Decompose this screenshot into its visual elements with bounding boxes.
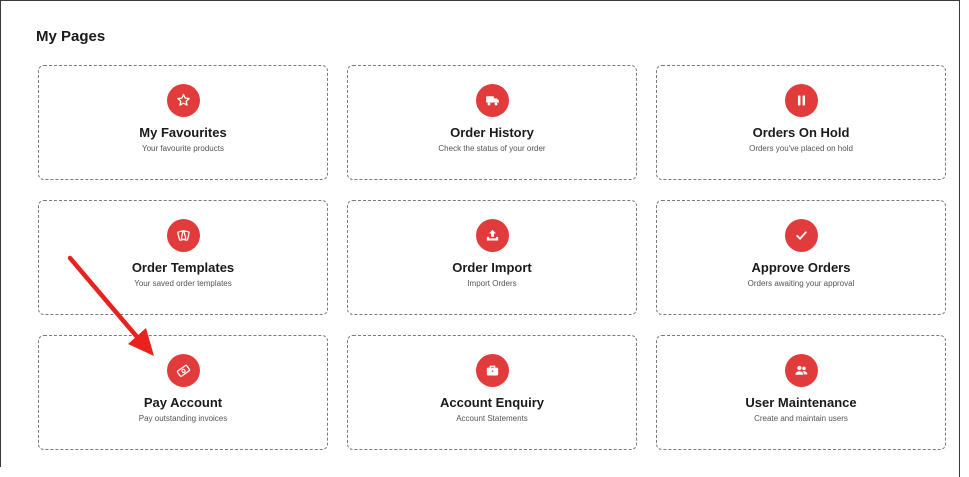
check-icon bbox=[784, 219, 818, 252]
pause-icon bbox=[784, 84, 818, 117]
tile-order-import[interactable]: Order Import Import Orders bbox=[347, 200, 637, 315]
tile-order-templates[interactable]: Order Templates Your saved order templat… bbox=[38, 200, 328, 315]
upload-icon bbox=[475, 219, 509, 252]
star-icon bbox=[166, 84, 200, 117]
tile-subtitle: Your favourite products bbox=[142, 144, 224, 153]
tile-user-maintenance[interactable]: User Maintenance Create and maintain use… bbox=[656, 335, 946, 450]
tile-approve-orders[interactable]: Approve Orders Orders awaiting your appr… bbox=[656, 200, 946, 315]
tile-subtitle: Pay outstanding invoices bbox=[138, 414, 228, 423]
tile-subtitle: Orders awaiting your approval bbox=[747, 279, 855, 288]
tile-subtitle: Check the status of your order bbox=[438, 144, 546, 153]
tile-title: Order Import bbox=[452, 260, 532, 275]
tile-subtitle: Create and maintain users bbox=[754, 414, 848, 423]
tile-title: Account Enquiry bbox=[439, 395, 544, 410]
tile-subtitle: Import Orders bbox=[467, 279, 517, 288]
tile-title: Pay Account bbox=[143, 395, 223, 410]
tile-account-enquiry[interactable]: Account Enquiry Account Statements bbox=[347, 335, 637, 450]
tile-my-favourites[interactable]: My Favourites Your favourite products bbox=[38, 65, 328, 180]
money-icon bbox=[166, 354, 200, 387]
users-icon bbox=[784, 354, 818, 387]
truck-icon bbox=[475, 84, 509, 117]
tile-orders-on-hold[interactable]: Orders On Hold Orders you've placed on h… bbox=[656, 65, 946, 180]
briefcase-icon bbox=[475, 354, 509, 387]
my-pages-grid: My Favourites Your favourite products Or… bbox=[38, 65, 946, 450]
tile-title: Order History bbox=[450, 125, 534, 140]
tile-subtitle: Account Statements bbox=[456, 414, 528, 423]
template-icon bbox=[166, 219, 200, 252]
tile-subtitle: Your saved order templates bbox=[134, 279, 232, 288]
tile-title: Approve Orders bbox=[751, 260, 851, 275]
tile-title: Order Templates bbox=[131, 260, 235, 275]
tile-pay-account[interactable]: Pay Account Pay outstanding invoices bbox=[38, 335, 328, 450]
tile-title: My Favourites bbox=[139, 125, 227, 140]
page-frame-edge bbox=[959, 0, 960, 477]
tile-title: Orders On Hold bbox=[752, 125, 850, 140]
tile-subtitle: Orders you've placed on hold bbox=[749, 144, 853, 153]
page-title: My Pages bbox=[36, 28, 106, 45]
tile-order-history[interactable]: Order History Check the status of your o… bbox=[347, 65, 637, 180]
tile-title: User Maintenance bbox=[745, 395, 857, 410]
